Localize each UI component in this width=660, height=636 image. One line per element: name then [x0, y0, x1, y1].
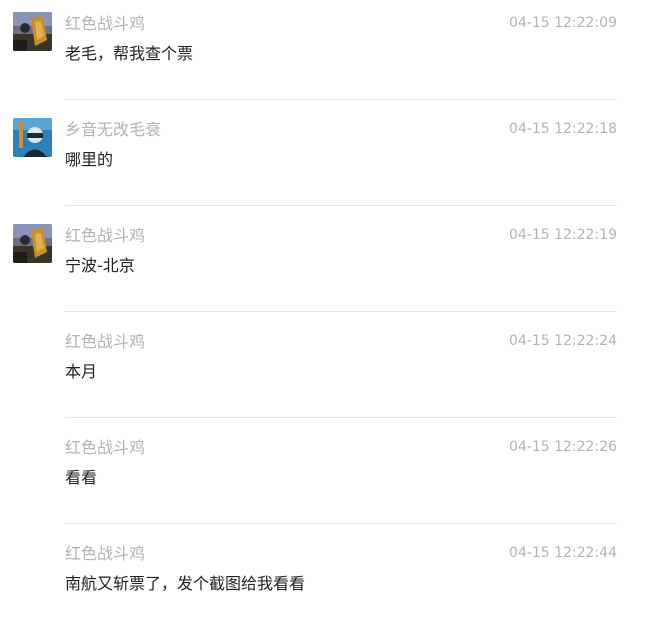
- message-item: 红色战斗鸡 04-15 12:22:19 宁波-北京: [0, 212, 660, 318]
- divider: [65, 417, 617, 418]
- divider: [65, 205, 617, 206]
- divider: [65, 99, 617, 100]
- message-timestamp: 04-15 12:22:24: [508, 333, 617, 349]
- message-timestamp: 04-15 12:22:26: [508, 439, 617, 455]
- message-sender: 红色战斗鸡: [65, 332, 146, 351]
- divider: [65, 523, 617, 524]
- chat-message-list: 红色战斗鸡 04-15 12:22:09 老毛，帮我查个票 乡音无改毛衰 04-…: [0, 0, 660, 628]
- message-sender: 乡音无改毛衰: [65, 120, 162, 139]
- message-item: 红色战斗鸡 04-15 12:22:09 老毛，帮我查个票: [0, 0, 660, 106]
- message-sender: 红色战斗鸡: [65, 14, 146, 33]
- message-sender: 红色战斗鸡: [65, 226, 146, 245]
- divider: [65, 311, 617, 312]
- message-timestamp: 04-15 12:22:09: [508, 15, 617, 31]
- message-timestamp: 04-15 12:22:19: [508, 227, 617, 243]
- avatar-red-fighting-chicken[interactable]: [13, 224, 52, 263]
- message-item: 红色战斗鸡 04-15 12:22:26 看看: [0, 424, 660, 530]
- message-timestamp: 04-15 12:22:18: [508, 121, 617, 137]
- message-item: 乡音无改毛衰 04-15 12:22:18 哪里的: [0, 106, 660, 212]
- avatar-red-fighting-chicken[interactable]: [13, 12, 52, 51]
- message-text: 本月: [65, 362, 98, 381]
- message-item: 红色战斗鸡 04-15 12:22:24 本月: [0, 318, 660, 424]
- message-sender: 红色战斗鸡: [65, 438, 146, 457]
- message-item: 红色战斗鸡 04-15 12:22:44 南航又斩票了，发个截图给我看看: [0, 530, 660, 636]
- message-text: 宁波-北京: [65, 256, 135, 275]
- message-sender: 红色战斗鸡: [65, 544, 146, 563]
- message-text: 看看: [65, 468, 98, 487]
- avatar-xiangyin[interactable]: [13, 118, 52, 157]
- message-text: 哪里的: [65, 150, 114, 169]
- message-timestamp: 04-15 12:22:44: [508, 545, 617, 561]
- message-text: 老毛，帮我查个票: [65, 44, 194, 63]
- message-text: 南航又斩票了，发个截图给我看看: [65, 574, 306, 593]
